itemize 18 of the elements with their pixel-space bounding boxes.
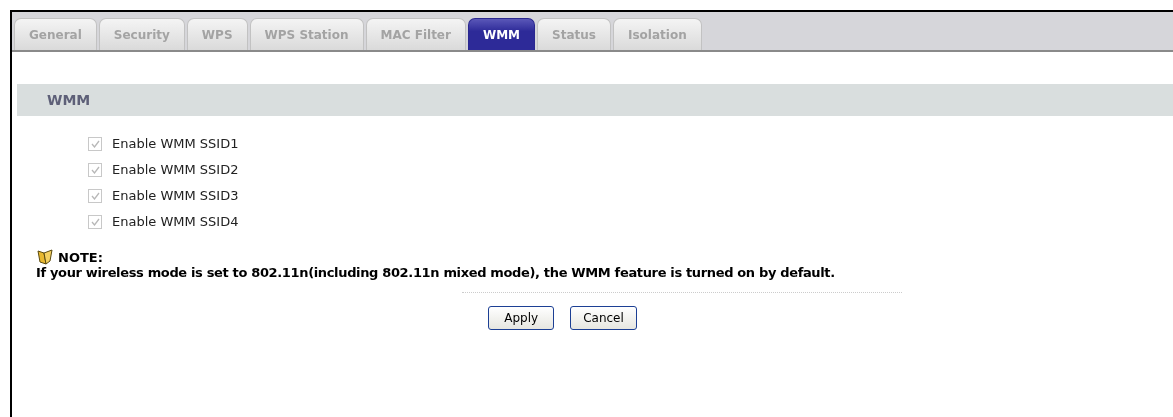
apply-button[interactable]: Apply [488, 306, 555, 330]
tab[interactable]: General [14, 18, 97, 50]
tab[interactable]: Security [98, 18, 185, 50]
tab[interactable]: WMM [467, 18, 536, 50]
checkbox-label: Enable WMM SSID1 [112, 136, 239, 151]
tab[interactable]: WPS [186, 18, 248, 50]
tab[interactable]: Isolation [612, 18, 702, 50]
section-title: WMM [17, 84, 1173, 116]
checkbox-label: Enable WMM SSID3 [112, 188, 239, 203]
note-text: If your wireless mode is set to 802.11n(including 802.11n mixed mode), the WMM feature is turned on by default. [36, 265, 836, 280]
note-icon [36, 249, 54, 265]
tab[interactable]: Status [537, 18, 611, 50]
note-title: NOTE: [58, 249, 103, 265]
tab[interactable]: MAC Filter [365, 18, 466, 50]
checkbox-label: Enable WMM SSID4 [112, 214, 239, 229]
tab[interactable]: WPS Station [249, 18, 364, 50]
checkbox-label: Enable WMM SSID2 [112, 162, 239, 177]
cancel-button[interactable]: Cancel [570, 306, 637, 330]
